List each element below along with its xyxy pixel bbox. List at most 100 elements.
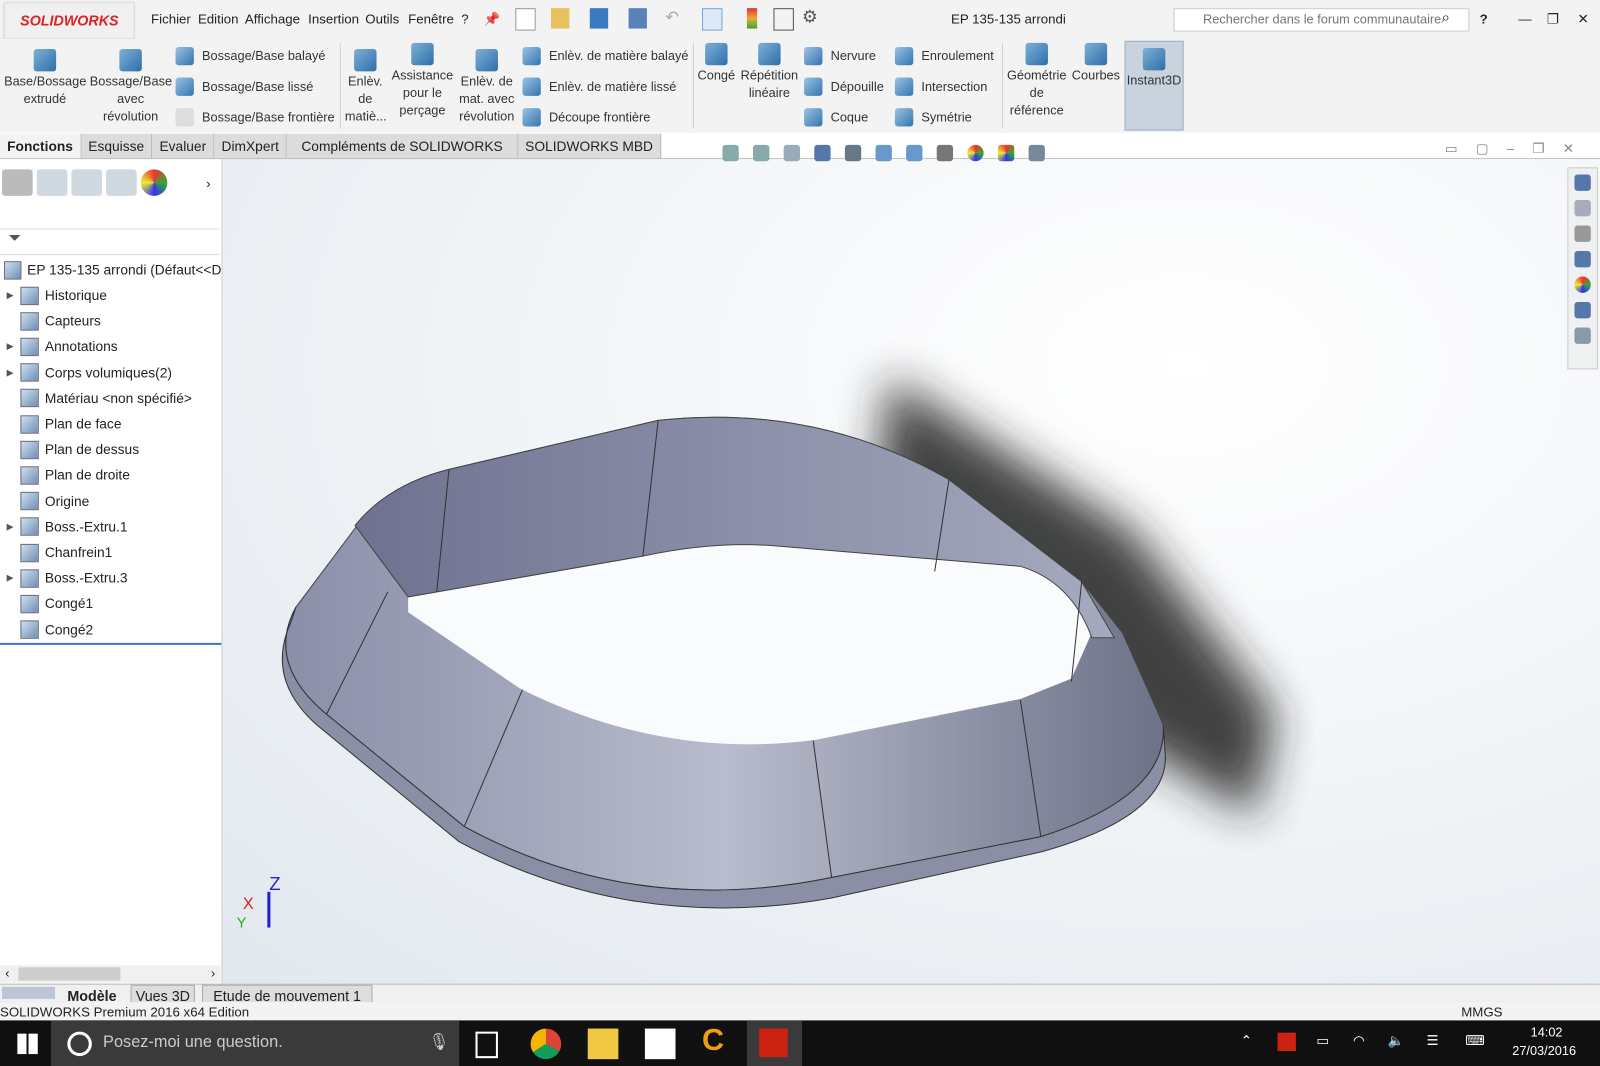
tree-item[interactable]: ▶ Boss.-Extru.3	[0, 565, 221, 591]
open-icon[interactable]	[551, 8, 570, 29]
rebuild-icon[interactable]	[746, 8, 758, 29]
rollback-bar[interactable]	[0, 642, 222, 645]
store-icon[interactable]	[644, 1028, 676, 1060]
maximize-view-icon[interactable]: ▢	[1476, 141, 1489, 157]
tab-complements[interactable]: Compléments de SOLIDWORKS	[287, 133, 518, 160]
menu-edition[interactable]: Edition	[198, 11, 239, 26]
new-document-icon[interactable]	[515, 8, 536, 31]
expand-arrow-icon[interactable]: ▶	[0, 367, 20, 378]
tab-fonctions[interactable]: Fonctions	[0, 133, 82, 160]
search-input[interactable]	[1201, 11, 1450, 28]
feature-manager-tab-icon[interactable]	[2, 169, 33, 196]
c-app-icon[interactable]: C	[702, 1023, 733, 1057]
extruded-boss-button[interactable]: Base/Bossage extrudé	[4, 48, 86, 108]
horizontal-scrollbar[interactable]: ‹ ›	[0, 965, 221, 983]
options-gear-icon[interactable]: ⚙	[802, 7, 818, 27]
tree-item[interactable]: Congé2	[0, 617, 221, 643]
help-icon[interactable]: ?	[1480, 11, 1488, 26]
extruded-cut-button[interactable]: Enlèv. de matiè...	[345, 48, 387, 126]
tab-dimxpert[interactable]: DimXpert	[214, 133, 288, 160]
expand-arrow-icon[interactable]: ▶	[0, 573, 20, 584]
lofted-boss-button[interactable]: Bossage/Base lissé	[175, 77, 335, 96]
tab-scroll-arrows[interactable]	[2, 986, 56, 999]
boundary-boss-button[interactable]: Bossage/Base frontière	[175, 108, 335, 127]
solidworks-tray-icon[interactable]	[1277, 1032, 1296, 1052]
keyboard-icon[interactable]: ⌨	[1465, 1033, 1484, 1049]
tree-item[interactable]: ▶ Corps volumiques(2)	[0, 360, 221, 386]
tab-evaluer[interactable]: Evaluer	[152, 133, 215, 160]
notifications-icon[interactable]: ☰	[1427, 1033, 1439, 1049]
swept-cut-button[interactable]: Enlèv. de matière balayé	[522, 46, 688, 66]
tree-item[interactable]: Plan de face	[0, 411, 221, 437]
instant3d-button[interactable]: Instant3D	[1124, 40, 1184, 131]
search-icon[interactable]: ⌕	[1441, 9, 1450, 26]
boundary-cut-button[interactable]: Découpe frontière	[522, 108, 688, 127]
view-palette-icon[interactable]	[1574, 251, 1591, 268]
tree-item[interactable]: Congé1	[0, 591, 221, 617]
tree-item[interactable]: Origine	[0, 488, 221, 514]
mirror-button[interactable]: Symétrie	[894, 108, 994, 127]
minimize-button[interactable]: —	[1518, 11, 1531, 26]
battery-icon[interactable]: ▭	[1316, 1033, 1329, 1049]
close-button[interactable]: ✕	[1578, 11, 1589, 27]
linear-pattern-button[interactable]: Répétition linéaire	[739, 42, 800, 102]
curves-button[interactable]: Courbes	[1069, 42, 1122, 85]
split-view-icon[interactable]: ▭	[1445, 141, 1458, 157]
dimxpert-tab-icon[interactable]	[106, 169, 137, 196]
file-explorer-icon[interactable]	[1574, 225, 1591, 242]
wrap-button[interactable]: Enroulement	[894, 46, 994, 66]
reference-geometry-button[interactable]: Géométrie de référence	[1004, 42, 1069, 120]
tree-item[interactable]: Capteurs	[0, 308, 221, 334]
expand-arrow-icon[interactable]: ▶	[0, 341, 20, 352]
rib-button[interactable]: Nervure	[804, 46, 884, 66]
expand-arrow-icon[interactable]: ▶	[0, 290, 20, 301]
restore-doc-icon[interactable]: ❐	[1532, 141, 1544, 157]
clock-time[interactable]: 14:02	[1531, 1026, 1563, 1040]
save-icon[interactable]	[589, 8, 609, 29]
solidworks-logo[interactable]: SOLIDWORKS	[4, 2, 135, 39]
menu-affichage[interactable]: Affichage	[245, 11, 300, 26]
tree-root[interactable]: EP 135-135 arrondi (Défaut<<D	[0, 257, 221, 283]
unit-system[interactable]: MMGS	[1461, 1004, 1502, 1019]
tree-item[interactable]: Chanfrein1	[0, 540, 221, 566]
search-box[interactable]: ⌕	[1173, 8, 1470, 32]
tree-item[interactable]: Matériau <non spécifié>	[0, 386, 221, 412]
design-library-icon[interactable]	[1574, 199, 1591, 217]
fillet-button[interactable]: Congé	[696, 42, 737, 85]
expand-panel-chevron-icon[interactable]: ›	[206, 176, 210, 191]
hole-wizard-button[interactable]: Assistance pour le perçage	[390, 42, 455, 120]
solidworks-taskbar-button[interactable]	[746, 1020, 803, 1066]
tab-esquisse[interactable]: Esquisse	[81, 133, 153, 160]
draft-button[interactable]: Dépouille	[804, 77, 884, 96]
tree-item[interactable]: Plan de dessus	[0, 437, 221, 463]
filter-icon[interactable]: ⏷	[8, 230, 21, 247]
menu-fichier[interactable]: Fichier	[151, 11, 191, 26]
undo-icon[interactable]: ↶	[665, 7, 679, 27]
tab-mbd[interactable]: SOLIDWORKS MBD	[517, 133, 662, 160]
revolved-cut-button[interactable]: Enlèv. de mat. avec révolution	[455, 48, 518, 126]
pin-icon[interactable]: 📌	[484, 11, 501, 27]
shell-button[interactable]: Coque	[804, 108, 884, 127]
restore-button[interactable]: ❐	[1547, 11, 1559, 27]
cortana-search[interactable]: Posez-moi une question. 🎙	[51, 1020, 460, 1066]
revolved-boss-button[interactable]: Bossage/Base avec révolution	[90, 48, 172, 126]
home-icon[interactable]	[1574, 174, 1591, 191]
print-icon[interactable]	[628, 8, 647, 29]
wifi-icon[interactable]: ◠	[1353, 1033, 1365, 1049]
property-manager-tab-icon[interactable]	[36, 169, 68, 196]
chrome-icon[interactable]	[530, 1028, 562, 1060]
menu-outils[interactable]: Outils	[365, 11, 399, 26]
windows-start-icon[interactable]	[17, 1033, 38, 1055]
custom-properties-icon[interactable]	[1574, 302, 1591, 319]
intersect-button[interactable]: Intersection	[894, 77, 994, 96]
minimize-doc-icon[interactable]: –	[1507, 141, 1514, 157]
forum-icon[interactable]	[1574, 327, 1591, 344]
close-doc-icon[interactable]: ✕	[1563, 141, 1574, 157]
tree-item[interactable]: Plan de droite	[0, 463, 221, 489]
tree-item[interactable]: ▶ Annotations	[0, 334, 221, 360]
tree-item[interactable]: ▶ Boss.-Extru.1	[0, 514, 221, 540]
volume-icon[interactable]: 🔈	[1388, 1033, 1405, 1049]
file-properties-icon[interactable]	[773, 8, 794, 31]
filter-bar[interactable]: ⏷	[0, 228, 220, 256]
swept-boss-button[interactable]: Bossage/Base balayé	[175, 46, 335, 66]
